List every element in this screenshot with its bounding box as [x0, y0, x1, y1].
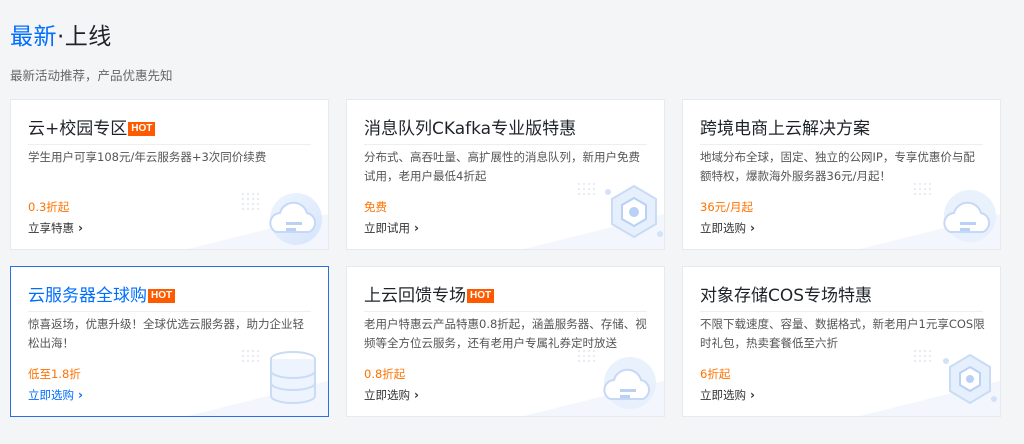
card-price: 免费: [364, 200, 387, 214]
card-title: 对象存储COS专场特惠: [700, 285, 872, 307]
divider: [364, 311, 647, 312]
section-title-rest: ·上线: [57, 24, 112, 50]
card-link-text: 立即试用: [364, 221, 410, 235]
card-title-text: 云+校园专区: [28, 119, 128, 139]
card-description: 地域分布全球，固定、独立的公网IP，专享优惠价与配额特权，爆款海外服务器36元/…: [700, 150, 975, 183]
card-link[interactable]: 立即试用 ›: [364, 220, 419, 236]
promo-card[interactable]: 消息队列CKafka专业版特惠 分布式、高吞吐量、高扩展性的消息队列，新用户免费…: [346, 99, 665, 250]
section-subtitle: 最新活动推荐，产品优惠先知: [10, 68, 173, 83]
divider: [28, 311, 311, 312]
section-title-accent: 最新: [10, 24, 57, 50]
card-title-text: 云服务器全球购: [28, 286, 147, 306]
card-title-text: 对象存储COS专场特惠: [700, 286, 873, 306]
card-description: 学生用户可享108元/年云服务器+3次同价续费: [28, 150, 267, 164]
chevron-right-icon: ›: [750, 388, 755, 402]
card-title: 消息队列CKafka专业版特惠: [364, 118, 576, 140]
card-link-text: 立即选购: [700, 221, 746, 235]
card-link-text: 立即选购: [28, 388, 74, 402]
hot-badge: HOT: [128, 122, 156, 136]
card-link-text: 立即选购: [700, 388, 746, 402]
divider: [700, 311, 983, 312]
card-title-text: 消息队列CKafka专业版特惠: [364, 119, 577, 139]
card-description: 惊喜返场，优惠升级！全球优选云服务器，助力企业轻松出海！: [28, 317, 304, 350]
chevron-right-icon: ›: [750, 221, 755, 235]
promo-card[interactable]: 上云回馈专场 HOT 老用户特惠云产品特惠0.8折起，涵盖服务器、存储、视频等全方…: [346, 266, 665, 417]
promo-card[interactable]: 跨境电商上云解决方案 地域分布全球，固定、独立的公网IP，专享优惠价与配额特权，…: [682, 99, 1001, 250]
card-title: 上云回馈专场 HOT: [364, 285, 495, 307]
card-link[interactable]: 立即选购 ›: [700, 387, 755, 403]
section-header: 最新·上线 最新活动推荐，产品优惠先知: [10, 20, 173, 84]
card-price: 0.3折起: [28, 200, 70, 214]
hot-badge: HOT: [467, 289, 495, 303]
card-link-text: 立即选购: [364, 388, 410, 402]
promo-card[interactable]: 云+校园专区 HOT 学生用户可享108元/年云服务器+3次同价续费 0.3折起 …: [10, 99, 329, 250]
card-link[interactable]: 立即选购 ›: [700, 220, 755, 236]
card-description: 不限下载速度、容量、数据格式，新老用户1元享COS限时礼包，热卖套餐低至六折: [700, 317, 985, 350]
promo-card[interactable]: 对象存储COS专场特惠 不限下载速度、容量、数据格式，新老用户1元享COS限时礼…: [682, 266, 1001, 417]
card-price: 低至1.8折: [28, 367, 81, 381]
promo-card[interactable]: 云服务器全球购 HOT 惊喜返场，优惠升级！全球优选云服务器，助力企业轻松出海！ …: [10, 266, 329, 417]
card-title: 云服务器全球购 HOT: [28, 285, 176, 307]
card-price: 36元/月起: [700, 200, 754, 214]
card-description: 分布式、高吞吐量、高扩展性的消息队列，新用户免费试用，老用户最低4折起: [364, 150, 640, 183]
card-price: 0.8折起: [364, 367, 406, 381]
chevron-right-icon: ›: [414, 221, 419, 235]
card-link[interactable]: 立即选购 ›: [364, 387, 419, 403]
chevron-right-icon: ›: [414, 388, 419, 402]
card-price: 6折起: [700, 367, 731, 381]
card-title: 跨境电商上云解决方案: [700, 118, 870, 140]
divider: [28, 144, 311, 145]
chevron-right-icon: ›: [78, 221, 83, 235]
chevron-right-icon: ›: [78, 388, 83, 402]
card-link[interactable]: 立即选购 ›: [28, 387, 83, 403]
card-description: 老用户特惠云产品特惠0.8折起，涵盖服务器、存储、视频等全方位云服务，还有老用户…: [364, 317, 647, 350]
promo-grid: 云+校园专区 HOT 学生用户可享108元/年云服务器+3次同价续费 0.3折起 …: [10, 99, 1001, 417]
card-link-text: 立享特惠: [28, 221, 74, 235]
card-link[interactable]: 立享特惠 ›: [28, 220, 83, 236]
card-title: 云+校园专区 HOT: [28, 118, 156, 140]
hot-badge: HOT: [148, 289, 176, 303]
divider: [364, 144, 647, 145]
cloud-icon: [188, 193, 328, 249]
divider: [700, 144, 983, 145]
card-title-text: 上云回馈专场: [364, 286, 466, 306]
card-title-text: 跨境电商上云解决方案: [700, 119, 870, 139]
section-title: 最新·上线: [10, 20, 173, 54]
